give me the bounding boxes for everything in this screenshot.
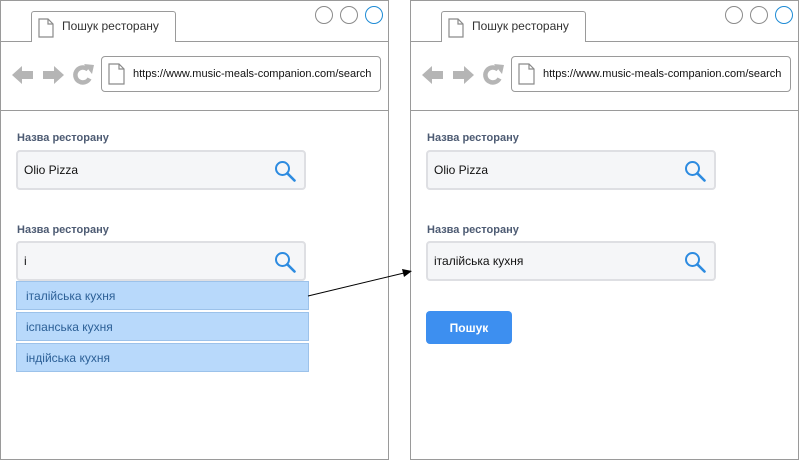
maximize-button[interactable] xyxy=(750,6,768,24)
field-value: і xyxy=(24,254,27,268)
back-arrow-icon[interactable] xyxy=(421,63,445,87)
restaurant-name-field[interactable]: Olio Pizza xyxy=(426,150,716,190)
cuisine-field-label: Назва ресторану xyxy=(17,224,109,236)
reload-icon[interactable] xyxy=(71,63,95,87)
field-value: італійська кухня xyxy=(434,254,524,268)
restaurant-name-label: Назва ресторану xyxy=(427,132,519,144)
tab-title: Пошук ресторану xyxy=(62,19,159,33)
field-value: Olio Pizza xyxy=(24,163,79,177)
browser-window-left: Пошук ресторану https://www.music-meals-… xyxy=(0,0,389,460)
browser-tab[interactable]: Пошук ресторану xyxy=(31,11,176,42)
forward-arrow-icon[interactable] xyxy=(41,63,65,87)
suggestion-dropdown: італійська кухня іспанська кухня індійсь… xyxy=(16,281,309,374)
page-icon xyxy=(108,63,125,85)
browser-toolbar: Пошук ресторану https://www.music-meals-… xyxy=(1,1,388,111)
cuisine-search-input[interactable]: італійська кухня xyxy=(426,241,716,281)
search-icon[interactable] xyxy=(274,160,296,182)
forward-arrow-icon[interactable] xyxy=(451,63,475,87)
cuisine-search-input[interactable]: і xyxy=(16,241,306,281)
search-icon[interactable] xyxy=(274,251,296,273)
back-arrow-icon[interactable] xyxy=(11,63,35,87)
browser-toolbar: Пошук ресторану https://www.music-meals-… xyxy=(411,1,798,111)
minimize-button[interactable] xyxy=(725,6,743,24)
restaurant-name-label: Назва ресторану xyxy=(17,132,109,144)
minimize-button[interactable] xyxy=(315,6,333,24)
tab-title: Пошук ресторану xyxy=(472,19,569,33)
page-icon xyxy=(38,18,54,38)
search-icon[interactable] xyxy=(684,251,706,273)
restaurant-name-field[interactable]: Olio Pizza xyxy=(16,150,306,190)
page-icon xyxy=(518,63,535,85)
browser-tab[interactable]: Пошук ресторану xyxy=(441,11,586,42)
field-value: Olio Pizza xyxy=(434,163,489,177)
search-icon[interactable] xyxy=(684,160,706,182)
cuisine-field-label: Назва ресторану xyxy=(427,224,519,236)
suggestion-item[interactable]: іспанська кухня xyxy=(16,312,309,341)
address-url: https://www.music-meals-companion.com/se… xyxy=(543,68,782,80)
close-button[interactable] xyxy=(775,6,793,24)
address-bar[interactable]: https://www.music-meals-companion.com/se… xyxy=(101,56,381,92)
browser-window-right: Пошук ресторану https://www.music-meals-… xyxy=(410,0,799,460)
address-url: https://www.music-meals-companion.com/se… xyxy=(133,68,372,80)
suggestion-item[interactable]: індійська кухня xyxy=(16,343,309,372)
close-button[interactable] xyxy=(365,6,383,24)
suggestion-item[interactable]: італійська кухня xyxy=(16,281,309,310)
maximize-button[interactable] xyxy=(340,6,358,24)
page-icon xyxy=(448,18,464,38)
address-bar[interactable]: https://www.music-meals-companion.com/se… xyxy=(511,56,791,92)
reload-icon[interactable] xyxy=(481,63,505,87)
search-button[interactable]: Пошук xyxy=(426,311,512,344)
